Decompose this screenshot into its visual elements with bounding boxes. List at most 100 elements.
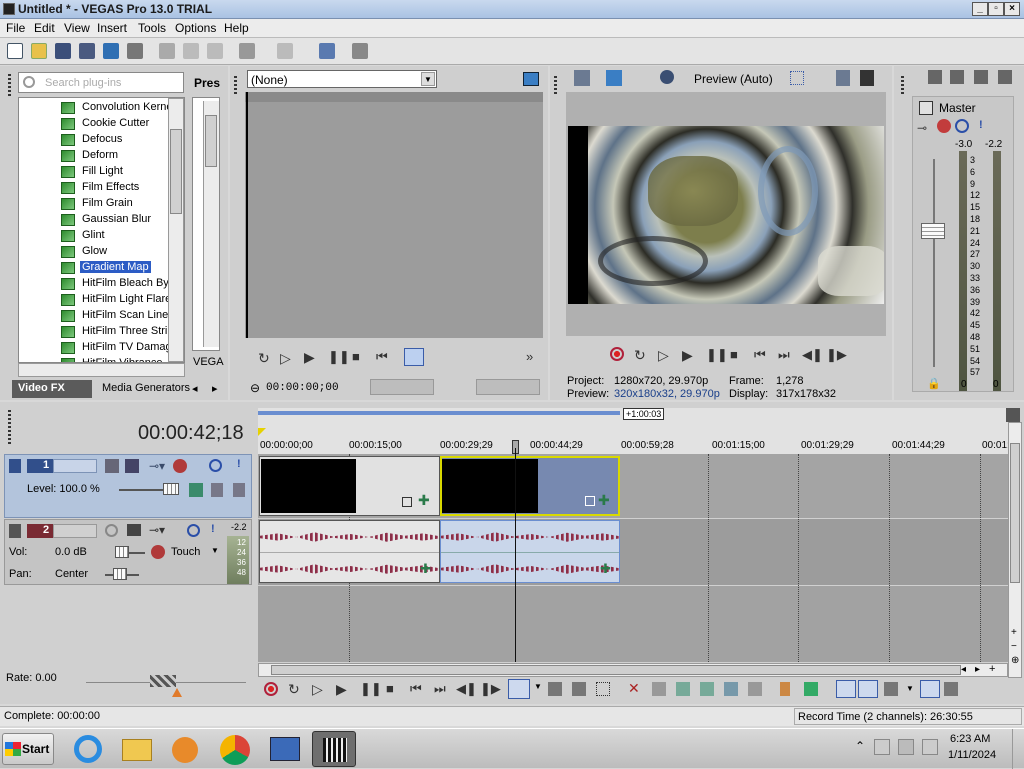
lock-envelopes-button[interactable] (920, 680, 940, 698)
plugin-search-input[interactable]: Search plug-ins (18, 72, 184, 93)
phase-icon[interactable] (127, 524, 141, 536)
copy-snapshot-icon[interactable] (836, 70, 850, 86)
scroll-left-icon[interactable]: ◂ (961, 664, 966, 675)
lock-events-icon[interactable] (748, 682, 762, 696)
more-icon[interactable]: » (526, 349, 533, 364)
zoom-in-icon[interactable]: + (1011, 627, 1017, 638)
tab-scroll-right[interactable]: ▸ (212, 382, 218, 395)
record-icon[interactable] (610, 347, 624, 361)
tab-scroll-left[interactable]: ◂ (192, 382, 198, 395)
save-snapshot-icon[interactable] (860, 70, 874, 86)
trim-icon[interactable] (652, 682, 666, 696)
next-frame-icon[interactable]: ❚▶ (480, 681, 501, 697)
delete-icon[interactable]: ✕ (628, 680, 640, 697)
event-fx-icon[interactable]: ✚ (420, 561, 431, 577)
trimmer-overlay-button[interactable] (404, 348, 424, 366)
zoom-tool-icon[interactable]: ⊕ (1011, 655, 1019, 666)
maximize-button[interactable]: ▫ (988, 2, 1004, 16)
pane-grip[interactable] (554, 76, 557, 96)
timeline-position[interactable]: 00:00:42;18 (138, 422, 244, 445)
plugin-list-hscrollbar[interactable] (18, 363, 185, 377)
stop-icon[interactable]: ■ (352, 349, 360, 364)
downmix-icon[interactable] (950, 70, 964, 84)
chevron-down-icon[interactable]: ▼ (211, 546, 219, 555)
video-event-1[interactable]: ✚ (259, 456, 440, 516)
mute-icon[interactable] (209, 459, 222, 472)
volume-thumb[interactable] (115, 546, 129, 558)
audio-event-1[interactable]: ✚ (259, 520, 440, 583)
clock-date[interactable]: 1/11/2024 (948, 749, 996, 761)
trimmer-in-field[interactable] (370, 379, 434, 395)
bypass-icon[interactable] (233, 483, 245, 497)
copy-icon[interactable] (183, 43, 199, 59)
overlays-icon[interactable] (790, 71, 804, 85)
loop-icon[interactable]: ↻ (288, 681, 300, 698)
show-hidden-icons[interactable]: ⌃ (855, 739, 865, 753)
trim-start-icon[interactable] (676, 682, 690, 696)
master-fx-icon[interactable] (937, 119, 951, 133)
redo-icon[interactable] (277, 43, 293, 59)
video-event-2[interactable]: ✚ (440, 456, 620, 516)
whats-this-icon[interactable] (352, 43, 368, 59)
explore-icon[interactable] (319, 43, 335, 59)
play-from-start-icon[interactable]: ▷ (658, 347, 669, 364)
go-to-start-icon[interactable]: ⏮ (410, 681, 422, 697)
paste-icon[interactable] (207, 43, 223, 59)
tab-media-generators[interactable]: Media Generators (102, 382, 190, 394)
tab-video-fx[interactable]: Video FX (12, 380, 92, 398)
solo-icon[interactable]: ! (211, 523, 215, 535)
envelope-tool-icon[interactable] (548, 682, 562, 696)
mute-icon[interactable] (955, 119, 969, 133)
plugin-list-scrollbar[interactable] (168, 98, 184, 362)
menu-insert[interactable]: Insert (97, 21, 127, 35)
show-desktop-button[interactable] (1012, 729, 1024, 769)
menu-edit[interactable]: Edit (34, 21, 55, 35)
chevron-down-icon[interactable]: ▼ (906, 684, 914, 693)
save-as-icon[interactable] (79, 43, 95, 59)
timeline-ruler[interactable]: +1:00:03 00:00:00;00 00:00:15;00 00:00:2… (258, 408, 1015, 456)
scrollbar-thumb[interactable] (170, 129, 182, 214)
timeline-vscrollbar[interactable]: + − ⊕ (1008, 422, 1022, 678)
automation-mode-dropdown[interactable]: Touch (171, 546, 200, 558)
track-minimize-icon[interactable] (9, 459, 21, 473)
track-minimize-icon[interactable] (9, 524, 21, 538)
next-frame-icon[interactable]: ❚▶ (826, 347, 847, 363)
go-to-start-icon[interactable]: ⏮ (754, 347, 766, 363)
audio-event-2[interactable]: ✚ (440, 520, 620, 583)
timeline-menu-icon[interactable] (1006, 408, 1020, 422)
video-level-thumb[interactable] (163, 483, 179, 495)
event-crop-icon[interactable] (402, 497, 412, 507)
menu-tools[interactable]: Tools (138, 21, 166, 35)
insert-marker-icon[interactable] (780, 682, 790, 696)
external-monitor-icon[interactable] (606, 70, 622, 86)
snapping-button[interactable] (858, 680, 878, 698)
save-icon[interactable] (55, 43, 71, 59)
stop-icon[interactable]: ■ (730, 347, 738, 362)
action-center-icon[interactable] (874, 739, 890, 755)
normal-edit-tool-button[interactable] (508, 679, 530, 699)
automation-settings-icon[interactable] (151, 545, 165, 559)
composite-mode-icon[interactable] (105, 459, 119, 473)
pane-grip[interactable] (234, 76, 237, 96)
pause-icon[interactable]: ❚❚ (328, 349, 350, 365)
play-icon[interactable]: ▶ (336, 681, 347, 698)
clock-time[interactable]: 6:23 AM (950, 733, 990, 745)
split-icon[interactable] (724, 682, 738, 696)
event-fx-icon[interactable]: ✚ (600, 561, 611, 577)
scrollbar-thumb[interactable] (271, 665, 961, 675)
mute-icon[interactable] (187, 524, 200, 537)
solo-icon[interactable]: ! (237, 458, 241, 470)
preview-properties-icon[interactable] (574, 70, 590, 86)
pane-grip[interactable] (901, 76, 904, 96)
video-track-name-field[interactable] (53, 459, 97, 473)
marker-flag-icon[interactable] (258, 428, 266, 436)
undo-icon[interactable] (239, 43, 255, 59)
close-button[interactable]: × (1004, 2, 1020, 16)
properties-icon[interactable] (127, 43, 143, 59)
selection-tool-icon[interactable] (572, 682, 586, 696)
menu-help[interactable]: Help (224, 21, 249, 35)
play-from-start-icon[interactable]: ▷ (312, 681, 323, 698)
go-to-end-icon[interactable]: ⏭ (778, 347, 790, 363)
go-to-start-icon[interactable]: ⏮ (376, 349, 388, 365)
track-fx-icon[interactable] (173, 459, 187, 473)
